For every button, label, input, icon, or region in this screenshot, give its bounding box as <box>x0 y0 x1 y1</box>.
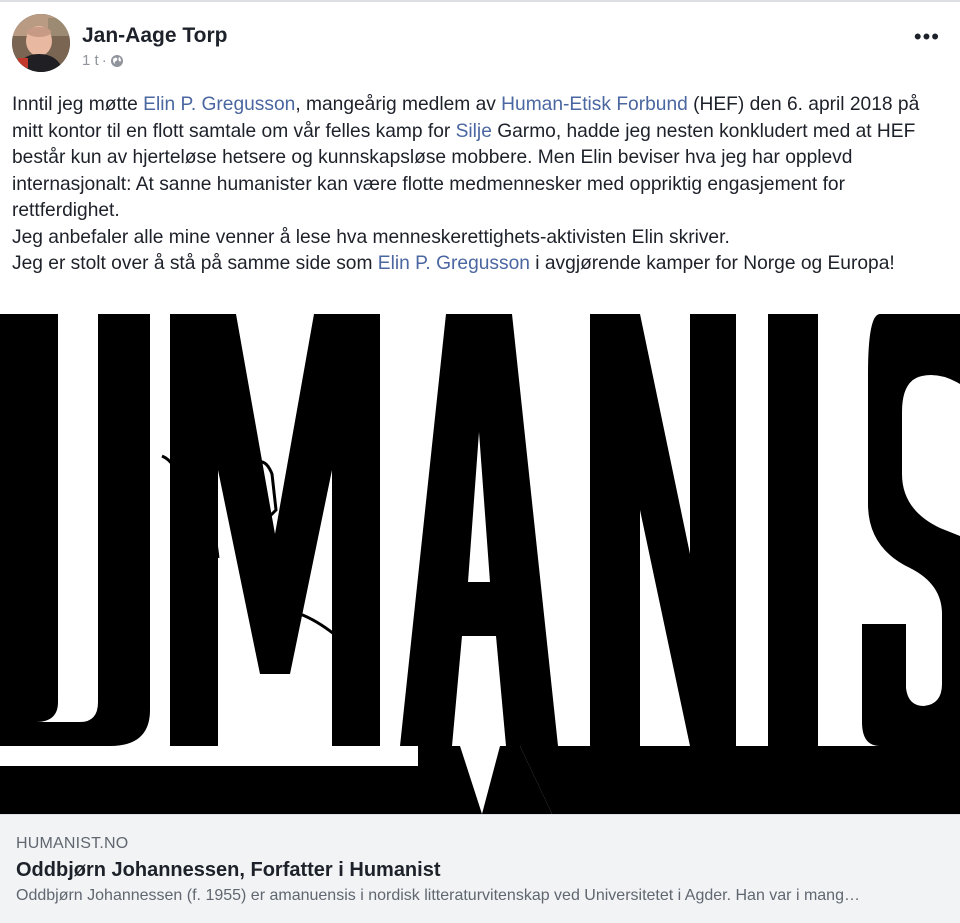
link-title[interactable]: Oddbjørn Johannessen, Forfatter i Humani… <box>16 859 441 882</box>
umanis-graphic <box>0 314 960 814</box>
post-paragraph-2: Jeg anbefaler alle mine venner å lese hv… <box>12 226 730 248</box>
timestamp[interactable]: 1 t <box>82 52 99 69</box>
text-segment: , mangeårig medlem av <box>295 94 502 115</box>
link-description: Oddbjørn Johannessen (f. 1955) er amanue… <box>16 887 860 904</box>
avatar[interactable] <box>12 14 70 72</box>
link-domain: HUMANIST.NO <box>16 835 129 852</box>
mention-link[interactable]: Silje <box>456 121 492 142</box>
link-preview-image[interactable] <box>0 314 960 814</box>
page-link[interactable]: Human-Etisk Forbund <box>501 94 688 115</box>
mention-link[interactable]: Elin P. Gregusson <box>378 253 530 274</box>
post-header: Jan-Aage Torp 1 t · ••• <box>12 14 948 78</box>
globe-icon[interactable] <box>110 54 124 68</box>
post-paragraph-1: Inntil jeg møtte Elin P. Gregusson, mang… <box>12 92 948 225</box>
text-segment: i avgjørende kamper for Norge og Europa! <box>529 253 895 274</box>
mention-link[interactable]: Elin P. Gregusson <box>143 94 295 115</box>
link-preview-card[interactable]: HUMANIST.NO Oddbjørn Johannessen, Forfat… <box>0 814 960 923</box>
text-segment: Jeg er stolt over å stå på samme side so… <box>12 253 378 274</box>
author-name[interactable]: Jan-Aage Torp <box>82 24 227 48</box>
post-body: Inntil jeg møtte Elin P. Gregusson, mang… <box>12 92 948 278</box>
post-paragraph-3: Jeg er stolt over å stå på samme side so… <box>12 251 948 278</box>
more-options-icon[interactable]: ••• <box>914 26 940 48</box>
top-divider <box>0 0 960 2</box>
post-meta: 1 t · <box>82 52 124 69</box>
meta-separator: · <box>101 52 107 69</box>
text-segment: Inntil jeg møtte <box>12 94 144 115</box>
